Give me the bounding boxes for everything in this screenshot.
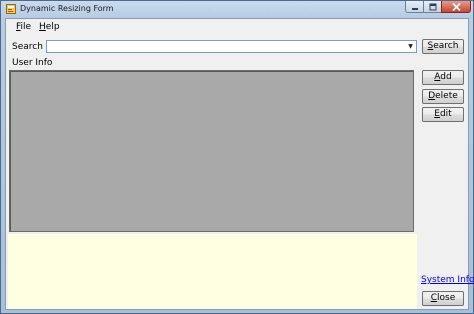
menu-help-label: elp — [45, 22, 60, 32]
edit-button[interactable]: Edit — [422, 107, 464, 122]
search-button[interactable]: Search — [422, 39, 464, 54]
user-info-grid[interactable] — [9, 70, 414, 232]
delete-button-label: elete — [435, 91, 458, 101]
delete-button[interactable]: Delete — [422, 89, 464, 104]
minimize-icon — [411, 7, 418, 10]
app-window: Dynamic Resizing Form The DB Wolf - Jonn… — [0, 0, 474, 314]
title-bar[interactable]: Dynamic Resizing Form The DB Wolf - Jonn… — [1, 1, 473, 18]
title-bar-glare-text: The DB Wolf - Jonns Hill Form Left and R… — [181, 5, 416, 13]
menu-bar: File Help — [6, 19, 468, 36]
edit-button-label: dit — [439, 109, 452, 119]
close-button[interactable]: Close — [422, 291, 464, 306]
menu-help[interactable]: Help — [39, 22, 60, 32]
system-info-link[interactable]: System Info — [421, 275, 474, 285]
maximize-button[interactable] — [423, 1, 442, 13]
menu-file-label: ile — [20, 22, 32, 32]
menu-file[interactable]: File — [16, 22, 31, 32]
search-button-label: earch — [433, 41, 459, 51]
add-button-label: dd — [440, 72, 452, 82]
maximize-icon — [429, 3, 436, 10]
close-icon — [451, 2, 461, 11]
user-info-label: User Info — [12, 58, 53, 68]
form-window-icon — [6, 4, 16, 14]
search-combobox[interactable]: ▼ — [46, 40, 417, 53]
search-label: Search — [12, 42, 43, 52]
window-title: Dynamic Resizing Form — [20, 4, 114, 13]
menu-help-mnemonic: H — [39, 22, 46, 32]
minimize-button[interactable] — [405, 1, 424, 13]
form-client-area: File Help Search ▼ Search User Info Add … — [5, 18, 474, 310]
chevron-down-icon[interactable]: ▼ — [406, 42, 415, 51]
close-button-label: lose — [437, 293, 456, 303]
info-panel — [8, 234, 417, 309]
close-window-button[interactable] — [441, 1, 471, 13]
add-button[interactable]: Add — [422, 70, 464, 85]
